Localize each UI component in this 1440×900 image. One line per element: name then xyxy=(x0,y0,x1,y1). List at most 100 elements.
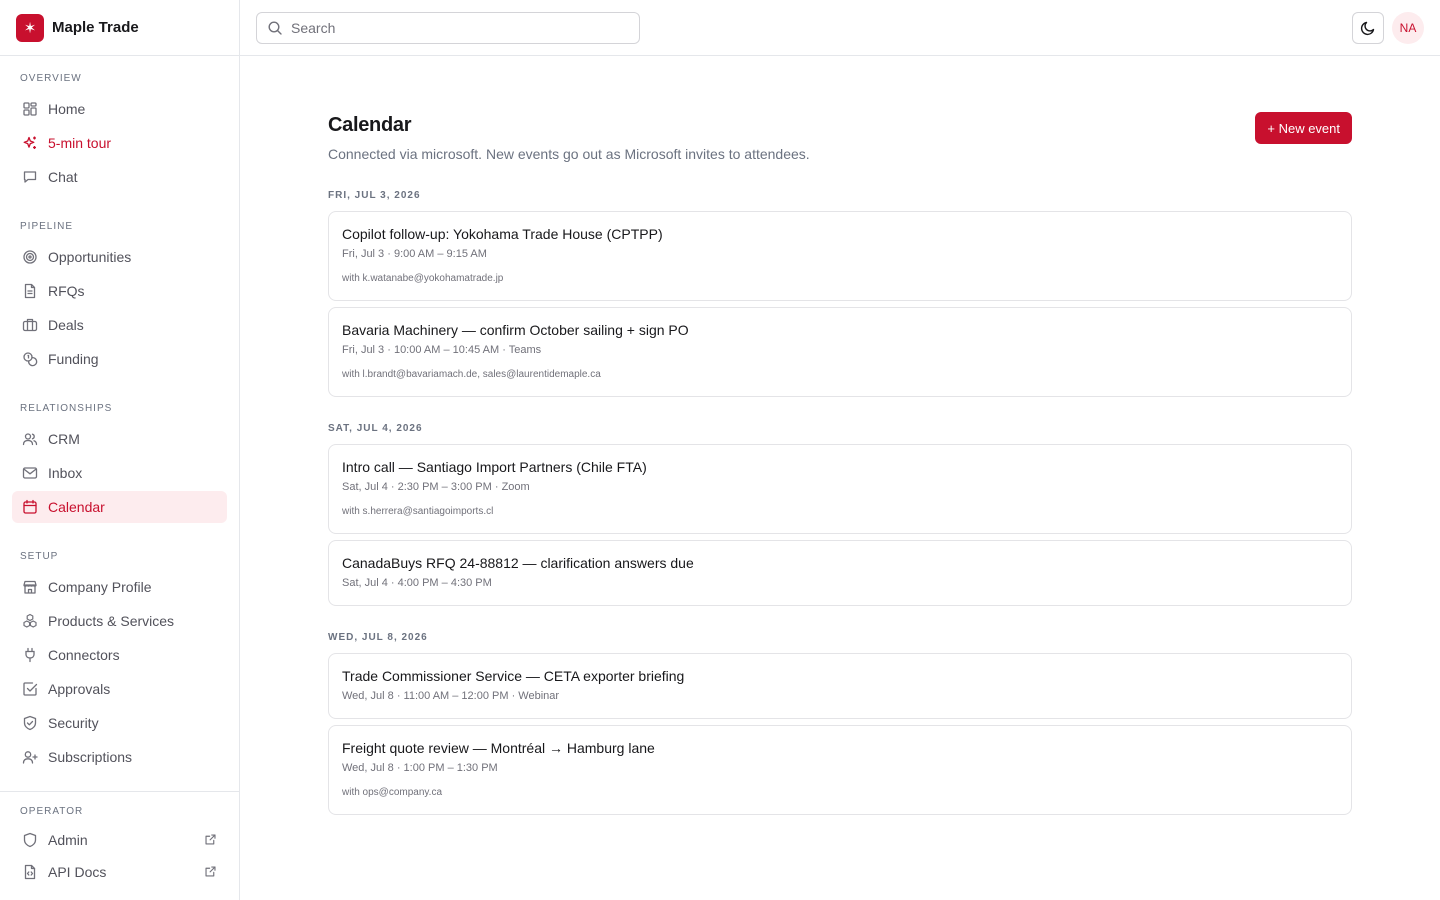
document-icon xyxy=(22,283,38,299)
event-card[interactable]: CanadaBuys RFQ 24-88812 — clarification … xyxy=(328,540,1352,606)
event-time: Fri, Jul 3 · 9:00 AM – 9:15 AM xyxy=(342,248,487,260)
event-time: Sat, Jul 4 · 4:00 PM – 4:30 PM xyxy=(342,577,492,589)
users-icon xyxy=(22,431,38,447)
sidebar-item-chat[interactable]: Chat xyxy=(12,161,227,193)
brand[interactable]: ✶ Maple Trade xyxy=(0,0,239,56)
shield-check-icon xyxy=(22,715,38,731)
store-icon xyxy=(22,579,38,595)
grid-icon xyxy=(22,101,38,117)
event-time: Wed, Jul 8 · 1:00 PM – 1:30 PM xyxy=(342,762,498,774)
coins-icon xyxy=(22,351,38,367)
sidebar-item-label: Approvals xyxy=(48,681,111,697)
external-link-icon xyxy=(204,833,217,846)
event-attendees: with k.watanabe@yokohamatrade.jp xyxy=(342,273,504,284)
sidebar-item-label: Admin xyxy=(48,832,88,848)
top-bar: NA xyxy=(240,0,1440,56)
sidebar-item-api-docs[interactable]: API Docs xyxy=(12,856,227,888)
day-header: FRI, JUL 3, 2026 xyxy=(328,190,421,201)
event-card[interactable]: Intro call — Santiago Import Partners (C… xyxy=(328,444,1352,534)
shield-icon xyxy=(22,832,38,848)
sidebar-item-label: Inbox xyxy=(48,465,83,481)
sidebar-item-label: Home xyxy=(48,101,86,117)
page-title: Calendar xyxy=(328,114,412,136)
sidebar-item-security[interactable]: Security xyxy=(12,707,227,739)
operator-section: Operator Admin API Docs xyxy=(0,791,239,900)
sidebar-item-approvals[interactable]: Approvals xyxy=(12,673,227,705)
event-time: Sat, Jul 4 · 2:30 PM – 3:00 PM · Zoom xyxy=(342,481,530,493)
sidebar-item-label: Deals xyxy=(48,317,84,333)
sidebar: ✶ Maple Trade Overview Home 5-min tour C… xyxy=(0,0,240,900)
sidebar-item-label: RFQs xyxy=(48,283,85,299)
maple-logo-icon: ✶ xyxy=(16,13,44,42)
plug-icon xyxy=(22,647,38,663)
sidebar-item-label: CRM xyxy=(48,431,80,447)
file-code-icon xyxy=(22,864,38,880)
sidebar-item-label: Chat xyxy=(48,169,78,185)
boxes-icon xyxy=(22,613,38,629)
event-time: Fri, Jul 3 · 10:00 AM – 10:45 AM · Teams xyxy=(342,344,542,356)
search-icon xyxy=(267,20,283,36)
sidebar-item-home[interactable]: Home xyxy=(12,93,227,125)
check-square-icon xyxy=(22,681,38,697)
section-label-operator: Operator xyxy=(20,806,84,817)
sparkles-icon xyxy=(22,135,38,151)
day-header: WED, JUL 8, 2026 xyxy=(328,632,428,643)
day-header: SAT, JUL 4, 2026 xyxy=(328,423,423,434)
external-link-icon xyxy=(204,865,217,878)
sidebar-item-label: Security xyxy=(48,715,99,731)
briefcase-icon xyxy=(22,317,38,333)
event-attendees: with l.brandt@bavariamach.de, sales@laur… xyxy=(342,369,601,380)
event-card[interactable]: Freight quote review — Montréal → Hambur… xyxy=(328,725,1352,815)
sidebar-item-rfqs[interactable]: RFQs xyxy=(12,275,227,307)
sidebar-item-label: Calendar xyxy=(48,499,105,515)
event-title: CanadaBuys RFQ 24-88812 — clarification … xyxy=(342,555,694,571)
section-label-relationships: Relationships xyxy=(20,403,113,414)
calendar-icon xyxy=(22,499,38,515)
sidebar-item-calendar[interactable]: Calendar xyxy=(12,491,227,523)
event-title: Copilot follow-up: Yokohama Trade House … xyxy=(342,226,663,242)
sidebar-item-funding[interactable]: Funding xyxy=(12,343,227,375)
event-card[interactable]: Copilot follow-up: Yokohama Trade House … xyxy=(328,211,1352,301)
theme-toggle-button[interactable] xyxy=(1352,12,1384,44)
new-event-button[interactable]: + New event xyxy=(1255,112,1352,144)
search-box[interactable] xyxy=(256,12,640,44)
user-plus-icon xyxy=(22,749,38,765)
user-avatar[interactable]: NA xyxy=(1392,12,1424,44)
event-title: Trade Commissioner Service — CETA export… xyxy=(342,668,685,684)
section-label-setup: Setup xyxy=(20,551,59,562)
event-title: Intro call — Santiago Import Partners (C… xyxy=(342,459,647,475)
search-input[interactable] xyxy=(291,20,631,36)
brand-name: Maple Trade xyxy=(52,19,139,36)
section-label-pipeline: Pipeline xyxy=(20,221,74,232)
sidebar-item-label: Subscriptions xyxy=(48,749,133,765)
sidebar-nav: Overview Home 5-min tour Chat Pipeline O… xyxy=(0,56,239,773)
sidebar-item-crm[interactable]: CRM xyxy=(12,423,227,455)
sidebar-item-company-profile[interactable]: Company Profile xyxy=(12,571,227,603)
event-time: Wed, Jul 8 · 11:00 AM – 12:00 PM · Webin… xyxy=(342,690,560,702)
event-card[interactable]: Bavaria Machinery — confirm October sail… xyxy=(328,307,1352,397)
sidebar-item-products-services[interactable]: Products & Services xyxy=(12,605,227,637)
section-label-overview: Overview xyxy=(20,73,82,84)
sidebar-item-opportunities[interactable]: Opportunities xyxy=(12,241,227,273)
event-title: Freight quote review — Montréal → Hambur… xyxy=(342,740,655,756)
sidebar-item-subscriptions[interactable]: Subscriptions xyxy=(12,741,227,773)
sidebar-item-label: API Docs xyxy=(48,864,107,880)
event-title: Bavaria Machinery — confirm October sail… xyxy=(342,322,689,338)
sidebar-item-label: Products & Services xyxy=(48,613,175,629)
event-attendees: with ops@company.ca xyxy=(342,787,443,798)
page-subtitle: Connected via microsoft. New events go o… xyxy=(328,146,810,162)
sidebar-item-label: Connectors xyxy=(48,647,120,663)
event-card[interactable]: Trade Commissioner Service — CETA export… xyxy=(328,653,1352,719)
mail-icon xyxy=(22,465,38,481)
sidebar-item-admin[interactable]: Admin xyxy=(12,824,227,856)
sidebar-item-label: 5-min tour xyxy=(48,135,112,151)
sidebar-item-inbox[interactable]: Inbox xyxy=(12,457,227,489)
sidebar-item-deals[interactable]: Deals xyxy=(12,309,227,341)
chat-icon xyxy=(22,169,38,185)
sidebar-item-connectors[interactable]: Connectors xyxy=(12,639,227,671)
sidebar-item-label: Company Profile xyxy=(48,579,152,595)
sidebar-item-5-min-tour[interactable]: 5-min tour xyxy=(12,127,227,159)
event-attendees: with s.herrera@santiagoimports.cl xyxy=(342,506,494,517)
target-icon xyxy=(22,249,38,265)
sidebar-item-label: Funding xyxy=(48,351,99,367)
